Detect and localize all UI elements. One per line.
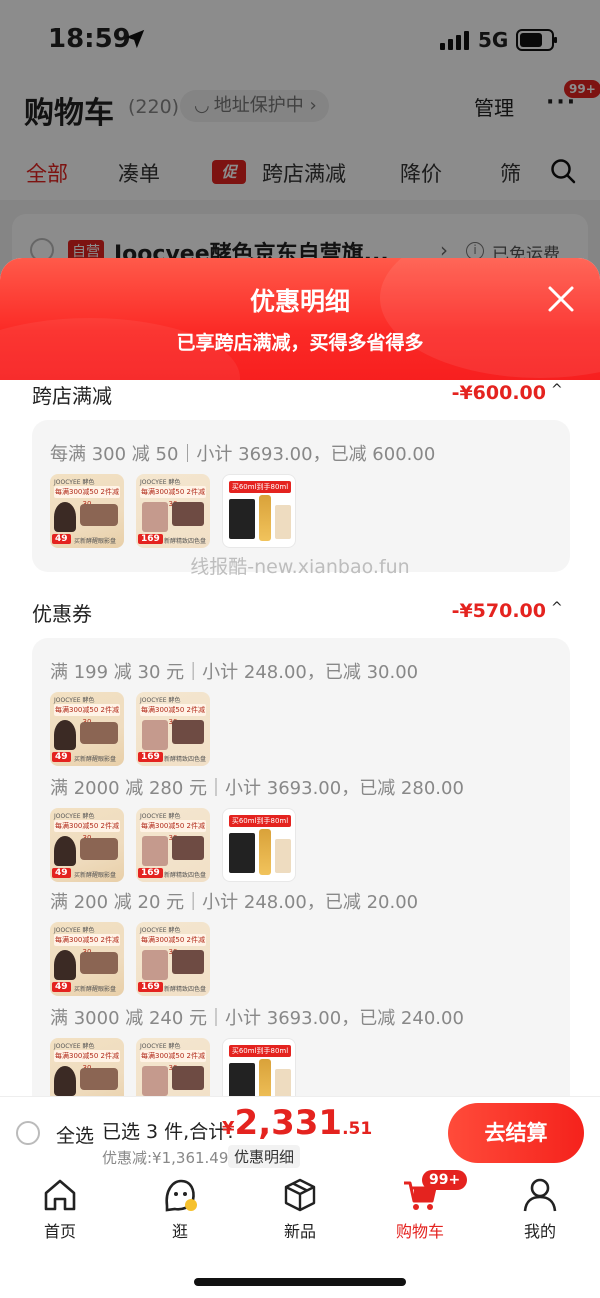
product-thumbnail[interactable]: 买60ml到手80ml (222, 474, 296, 548)
tabbar-item-explore[interactable]: 逛 (130, 1176, 230, 1242)
total-integer: 2,331 (234, 1103, 343, 1143)
header-decoration (380, 258, 600, 378)
home-indicator (194, 1278, 406, 1286)
select-all-radio[interactable] (16, 1121, 40, 1145)
tabbar-label: 逛 (171, 1222, 188, 1241)
section-title-cross-store: 跨店满减 (32, 384, 112, 408)
rule-text: 满 200 减 20 元｜小计 248.00，已减 20.00 (50, 892, 419, 913)
close-icon[interactable] (546, 284, 576, 314)
product-thumbnail[interactable]: JOOCYEE 酵色每满300减50 2件减30169新酵精致四色盘 (136, 808, 210, 882)
tabbar-item-profile[interactable]: 我的 (490, 1176, 590, 1242)
profile-icon (523, 1178, 557, 1212)
section-amount-cross-store: -¥600.00 (451, 382, 546, 404)
product-thumbnail[interactable]: JOOCYEE 酵色每满300减50 2件减30169新酵精致四色盘 (136, 474, 210, 548)
section-amount-coupon: -¥570.00 (451, 600, 546, 622)
product-thumbnail[interactable]: JOOCYEE 酵色每满300减50 2件减30169新酵精致四色盘 (136, 922, 210, 996)
tabbar-item-new[interactable]: 新品 (250, 1176, 350, 1242)
total-decimal: .51 (342, 1119, 373, 1139)
rule-text: 满 199 减 30 元｜小计 248.00，已减 30.00 (50, 662, 419, 683)
rule-text: 满 3000 减 240 元｜小计 3693.00，已减 240.00 (50, 1008, 464, 1029)
product-thumbnail[interactable]: JOOCYEE 酵色每满300减50 2件减3049买新酵醒眼影盘 (50, 922, 124, 996)
chevron-up-icon[interactable]: ^ (551, 600, 563, 616)
product-thumbnail[interactable]: JOOCYEE 酵色每满300减50 2件减3049买新酵醒眼影盘 (50, 474, 124, 548)
explore-icon (165, 1179, 197, 1212)
rule-text: 每满 300 减 50｜小计 3693.00，已减 600.00 (50, 444, 436, 465)
tabbar-label: 新品 (283, 1222, 316, 1241)
checkout-bar: 全选 已选 3 件,合计: ¥2,331.51 优惠减:¥1,361.49 优惠… (0, 1096, 600, 1168)
sheet-title: 优惠明细 (249, 287, 350, 316)
watermark: 线报酷-new.xianbao.fun (190, 556, 410, 578)
rule-text: 满 2000 减 280 元｜小计 3693.00，已减 280.00 (50, 778, 464, 799)
new-product-icon (284, 1178, 316, 1212)
product-thumbnail[interactable]: JOOCYEE 酵色每满300减50 2件减30169新酵精致四色盘 (136, 692, 210, 766)
chevron-up-icon[interactable]: ^ (551, 382, 563, 398)
tabbar-label: 首页 (43, 1222, 76, 1241)
total-price: ¥2,331.51 (222, 1103, 372, 1143)
discount-detail-button[interactable]: 优惠明细 (228, 1145, 301, 1168)
home-icon (44, 1179, 76, 1211)
tabbar-item-home[interactable]: 首页 (10, 1176, 110, 1242)
select-all-label[interactable]: 全选 (56, 1121, 94, 1148)
sheet-subtitle: 已享跨店满减，买得多省得多 (176, 332, 424, 354)
checkout-button[interactable]: 去结算 (448, 1103, 584, 1163)
discount-amount: 优惠减:¥1,361.49 (102, 1149, 229, 1167)
currency-symbol: ¥ (222, 1118, 235, 1139)
tabbar-label: 购物车 (395, 1222, 444, 1241)
sheet-header: 优惠明细 已享跨店满减，买得多省得多 (0, 258, 600, 438)
tabbar-label: 我的 (523, 1222, 556, 1241)
section-title-coupon: 优惠券 (32, 602, 92, 626)
cart-badge: 99+ (422, 1170, 468, 1190)
product-thumbnail[interactable]: 买60ml到手80ml (222, 808, 296, 882)
product-thumbnail[interactable]: JOOCYEE 酵色每满300减50 2件减3049买新酵醒眼影盘 (50, 808, 124, 882)
product-thumbnail[interactable]: JOOCYEE 酵色每满300减50 2件减3049买新酵醒眼影盘 (50, 692, 124, 766)
selected-summary: 已选 3 件,合计: (102, 1121, 234, 1143)
